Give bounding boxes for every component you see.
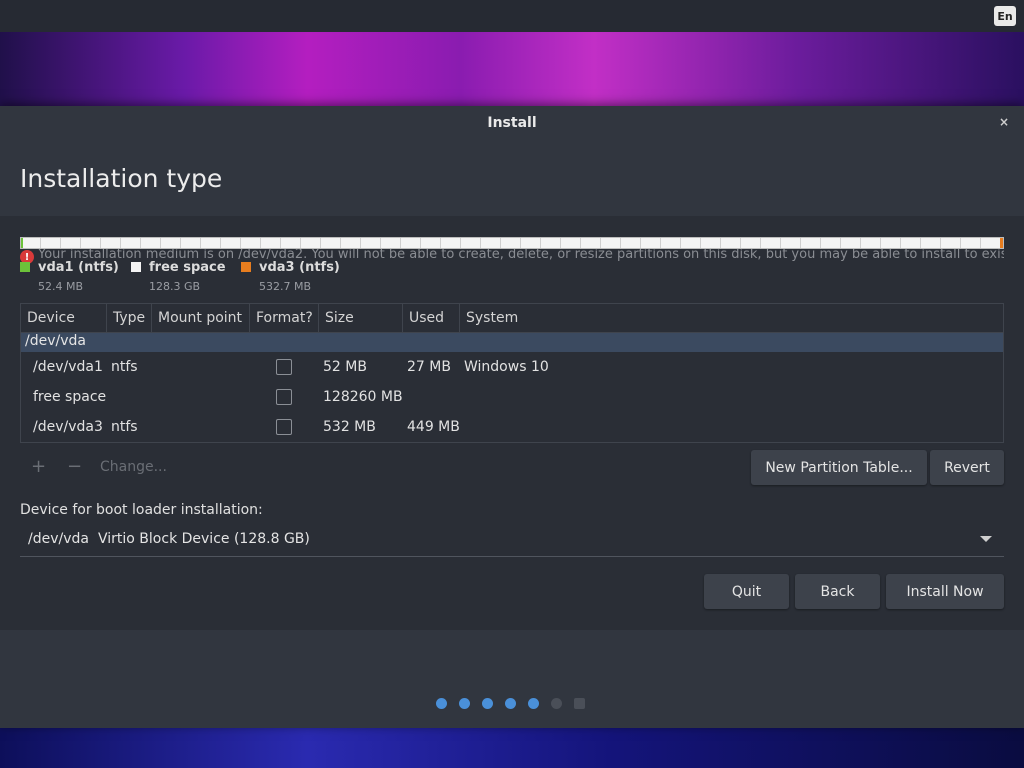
step-progress-indicator <box>436 698 596 710</box>
window-title: Install <box>487 115 537 131</box>
bootloader-device: /dev/vda <box>28 531 89 547</box>
cell-size: 52 MB <box>323 359 367 375</box>
progress-dot <box>528 698 539 709</box>
progress-dot <box>551 698 562 709</box>
progress-dot <box>505 698 516 709</box>
table-header: Device Type Mount point Format? Size Use… <box>21 304 1003 333</box>
column-header-type[interactable]: Type <box>107 304 152 332</box>
page-header: Installation type <box>0 140 1024 216</box>
legend-name: free space <box>149 260 226 275</box>
disk-group-row[interactable]: /dev/vda <box>21 333 1003 352</box>
table-row[interactable]: free space 128260 MB <box>21 382 1003 412</box>
progress-dot <box>459 698 470 709</box>
install-now-button[interactable]: Install Now <box>886 574 1004 609</box>
cell-device: /dev/vda3 <box>33 419 103 435</box>
bootloader-label: Device for boot loader installation: <box>20 502 263 518</box>
table-row[interactable]: /dev/vda3 ntfs 532 MB 449 MB <box>21 412 1003 442</box>
change-partition-button[interactable]: Change... <box>100 459 167 475</box>
remove-partition-icon[interactable]: − <box>67 456 82 477</box>
legend-swatch-vda1 <box>20 262 30 272</box>
partition-toolbar: + − Change... New Partition Table... Rev… <box>20 450 1004 486</box>
legend-size: 52.4 MB <box>38 280 84 293</box>
legend-size: 532.7 MB <box>259 280 312 293</box>
bootloader-device-description: Virtio Block Device (128.8 GB) <box>98 531 310 547</box>
column-header-mount-point[interactable]: Mount point <box>152 304 250 332</box>
disk-bar-segment-vda1 <box>21 238 23 248</box>
window-titlebar: Install × <box>0 106 1024 140</box>
desktop-wallpaper <box>0 728 1024 768</box>
legend-swatch-free <box>131 262 141 272</box>
column-header-size[interactable]: Size <box>319 304 403 332</box>
cell-size: 128260 MB <box>323 389 403 405</box>
revert-button[interactable]: Revert <box>930 450 1004 485</box>
legend-name: vda1 (ntfs) <box>38 260 119 275</box>
bootloader-device-select[interactable]: /dev/vda Virtio Block Device (128.8 GB) <box>20 522 1004 557</box>
partition-editor: Your installation medium is on /dev/vda2… <box>0 216 1024 630</box>
new-partition-table-button[interactable]: New Partition Table... <box>751 450 927 485</box>
cell-used: 27 MB <box>407 359 451 375</box>
column-header-device[interactable]: Device <box>21 304 107 332</box>
progress-dot <box>574 698 585 709</box>
chevron-down-icon <box>980 536 992 542</box>
installer-footer <box>0 630 1024 728</box>
partition-table: Device Type Mount point Format? Size Use… <box>20 303 1004 443</box>
page-title: Installation type <box>20 164 223 193</box>
cell-type: ntfs <box>111 359 138 375</box>
close-icon[interactable]: × <box>996 114 1012 130</box>
table-row[interactable]: /dev/vda1 ntfs 52 MB 27 MB Windows 10 <box>21 352 1003 382</box>
legend-size: 128.3 GB <box>149 280 201 293</box>
cell-device: free space <box>33 389 107 405</box>
top-panel: En <box>0 0 1024 32</box>
column-header-used[interactable]: Used <box>403 304 460 332</box>
add-partition-icon[interactable]: + <box>31 456 46 477</box>
cell-device: /dev/vda1 <box>33 359 103 375</box>
installer-window: Install × Installation type Your install… <box>0 106 1024 728</box>
cell-system: Windows 10 <box>464 359 549 375</box>
progress-dot <box>482 698 493 709</box>
column-header-system[interactable]: System <box>460 304 1003 332</box>
disk-bar-segment-vda3 <box>1000 238 1003 248</box>
cell-type: ntfs <box>111 419 138 435</box>
partition-legend: vda1 (ntfs) 52.4 MB free space 128.3 GB … <box>20 260 1004 300</box>
back-button[interactable]: Back <box>795 574 880 609</box>
keyboard-language-indicator[interactable]: En <box>994 6 1016 26</box>
format-checkbox[interactable] <box>276 419 292 435</box>
column-header-format[interactable]: Format? <box>250 304 319 332</box>
cell-used: 449 MB <box>407 419 460 435</box>
legend-swatch-vda3 <box>241 262 251 272</box>
format-checkbox[interactable] <box>276 389 292 405</box>
legend-name: vda3 (ntfs) <box>259 260 340 275</box>
disk-usage-bar <box>20 237 1004 249</box>
progress-dot <box>436 698 447 709</box>
cell-size: 532 MB <box>323 419 376 435</box>
quit-button[interactable]: Quit <box>704 574 789 609</box>
format-checkbox[interactable] <box>276 359 292 375</box>
